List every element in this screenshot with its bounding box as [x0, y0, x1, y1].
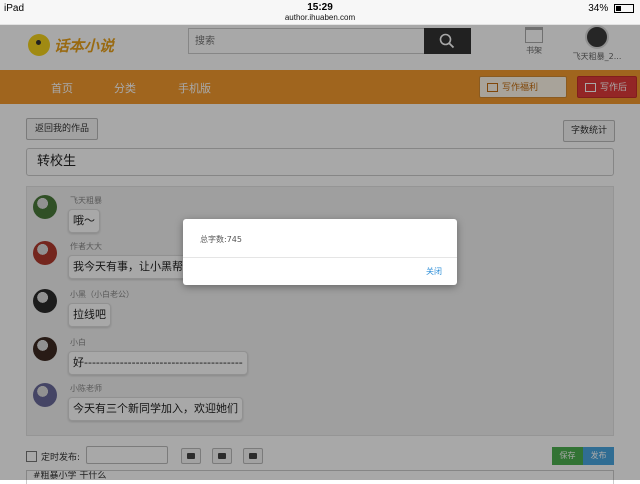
close-button[interactable]: 关闭	[426, 266, 442, 277]
battery-icon	[614, 3, 634, 13]
ios-status-bar: iPad 15:29 author.ihuaben.com 34%	[0, 0, 640, 25]
dialog-divider	[183, 257, 457, 258]
url-bar[interactable]: author.ihuaben.com	[0, 13, 640, 22]
word-count-dialog: 总字数:745 关闭	[183, 219, 457, 285]
clock: 15:29	[307, 2, 333, 13]
total-word-count: 总字数:745	[200, 235, 242, 244]
battery-percent: 34%	[588, 3, 609, 14]
battery-indicator: 34%	[588, 3, 634, 14]
